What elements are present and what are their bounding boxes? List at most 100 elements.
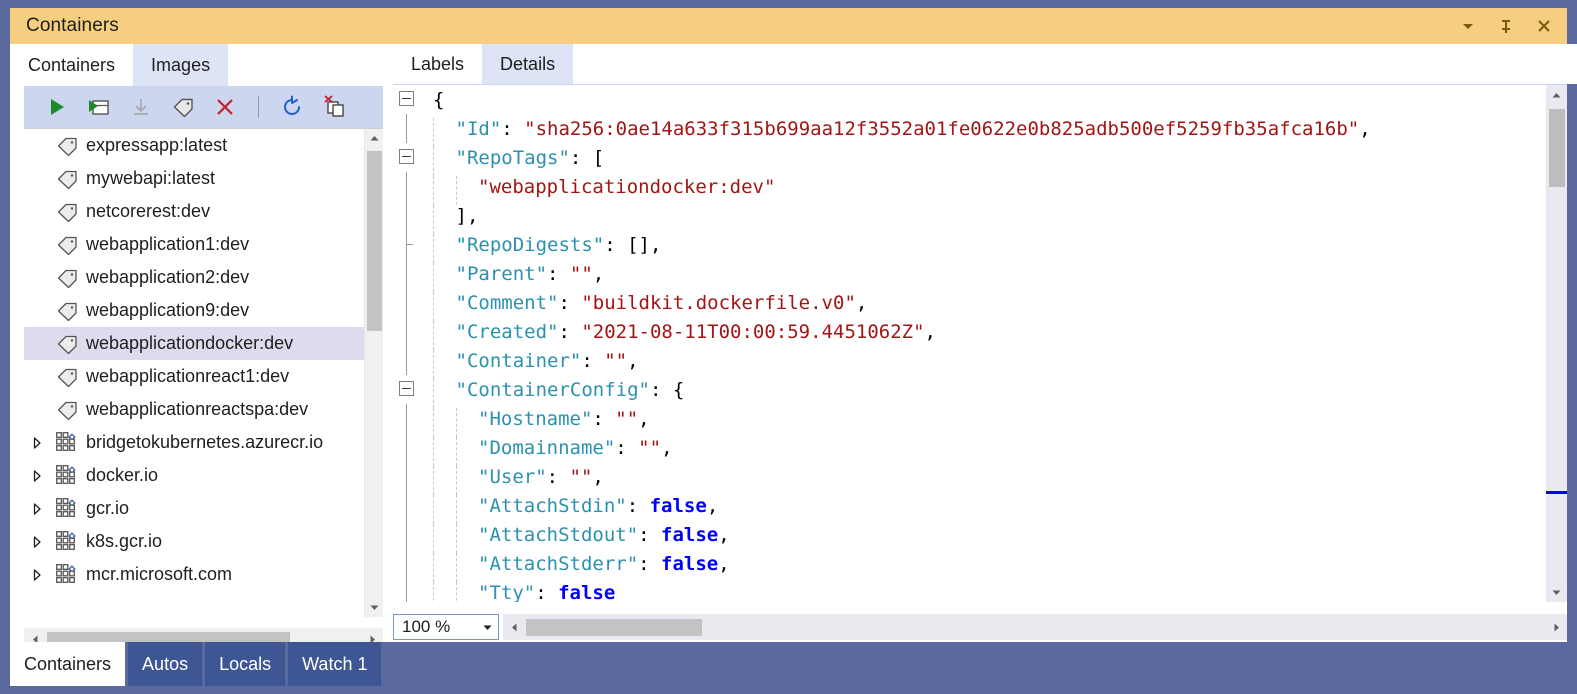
tab-label: Containers bbox=[28, 54, 116, 75]
tab-labels[interactable]: Labels bbox=[393, 44, 482, 84]
code-token: "ContainerConfig" bbox=[455, 378, 650, 401]
code-token: "Tty" bbox=[478, 581, 536, 603]
pin-icon[interactable] bbox=[1495, 15, 1517, 37]
bottom-tab-containers[interactable]: Containers bbox=[10, 642, 126, 686]
code-token: , bbox=[592, 262, 605, 285]
tag-icon[interactable] bbox=[170, 94, 196, 120]
code-text: "RepoDigests": [], bbox=[423, 233, 661, 263]
tag-icon bbox=[50, 332, 84, 356]
fold-guideline bbox=[406, 491, 407, 520]
fold-guideline bbox=[406, 114, 407, 143]
json-details-editor[interactable]: {"Id": "sha256:0ae14a633f315b699aa12f355… bbox=[393, 84, 1567, 602]
scroll-down-icon[interactable] bbox=[365, 598, 384, 617]
containers-tool-window: Containers Containers Images expressapp:… bbox=[0, 0, 1577, 694]
indent-guide bbox=[433, 494, 434, 524]
tree-item[interactable]: webapplication9:dev bbox=[24, 294, 364, 327]
tree-item[interactable]: gcr.io bbox=[24, 492, 364, 525]
close-icon[interactable] bbox=[1533, 15, 1555, 37]
caret-position-marker bbox=[1546, 491, 1567, 494]
tree-item[interactable]: netcorerest:dev bbox=[24, 195, 364, 228]
fold-guideline bbox=[406, 346, 407, 375]
code-line: "Parent": "", bbox=[393, 259, 1546, 292]
chevron-down-icon[interactable] bbox=[1457, 15, 1479, 37]
bottom-tab-autos[interactable]: Autos bbox=[128, 642, 203, 686]
code-line: "RepoTags": [ bbox=[393, 143, 1546, 176]
chevron-right-icon[interactable] bbox=[24, 568, 50, 582]
collapse-toggle[interactable] bbox=[393, 375, 423, 404]
tab-images[interactable]: Images bbox=[133, 44, 229, 86]
editor-scroll-thumb[interactable] bbox=[1549, 109, 1565, 187]
code-token: "" bbox=[604, 349, 628, 372]
editor-scroll-left-icon[interactable] bbox=[503, 616, 525, 638]
collapse-toggle[interactable] bbox=[393, 85, 423, 114]
indent-guide bbox=[433, 378, 434, 408]
collapse-icon[interactable] bbox=[399, 381, 414, 396]
close-x-icon[interactable] bbox=[212, 94, 238, 120]
collapse-toggle[interactable] bbox=[393, 143, 423, 172]
collapse-icon[interactable] bbox=[399, 149, 414, 164]
tree-item[interactable]: expressapp:latest bbox=[24, 129, 364, 162]
tree-scroll-thumb[interactable] bbox=[367, 151, 382, 331]
code-text: "Domainname": "", bbox=[423, 436, 673, 466]
code-token: "RepoDigests" bbox=[455, 233, 605, 256]
code-token: : [ bbox=[569, 146, 605, 169]
prune-images-icon[interactable] bbox=[321, 94, 347, 120]
registry-icon bbox=[50, 431, 84, 455]
tree-item[interactable]: bridgetokubernetes.azurecr.io bbox=[24, 426, 364, 459]
chevron-down-icon[interactable] bbox=[476, 622, 498, 633]
chevron-right-icon[interactable] bbox=[24, 535, 50, 549]
zoom-level-dropdown[interactable]: 100 % bbox=[393, 614, 499, 640]
code-token: : bbox=[558, 291, 582, 314]
images-tree[interactable]: expressapp:latest mywebapi:latest netcorer… bbox=[24, 129, 364, 617]
tree-item-label: mywebapi:latest bbox=[86, 168, 216, 188]
bottom-tab-strip: Containers Autos Locals Watch 1 bbox=[10, 642, 1567, 686]
code-token: , bbox=[638, 407, 650, 430]
tag-icon bbox=[50, 200, 84, 224]
tab-details[interactable]: Details bbox=[482, 44, 574, 84]
indent-guide bbox=[433, 291, 434, 321]
code-token: : bbox=[547, 262, 570, 285]
code-text: "ContainerConfig": { bbox=[423, 378, 684, 408]
code-token: "Hostname" bbox=[478, 407, 593, 430]
editor-scroll-up-icon[interactable] bbox=[1546, 85, 1567, 106]
json-code-area[interactable]: {"Id": "sha256:0ae14a633f315b699aa12f355… bbox=[393, 85, 1546, 602]
tab-containers[interactable]: Containers bbox=[10, 44, 133, 86]
play-icon[interactable] bbox=[44, 94, 70, 120]
window-play-icon[interactable] bbox=[86, 94, 112, 120]
chevron-right-icon[interactable] bbox=[24, 436, 50, 450]
code-token: "webapplicationdocker:dev" bbox=[478, 175, 776, 198]
tree-item[interactable]: webapplicationreact1:dev bbox=[24, 360, 364, 393]
tree-item[interactable]: webapplication1:dev bbox=[24, 228, 364, 261]
tree-item[interactable]: webapplicationdocker:dev bbox=[24, 327, 364, 360]
tree-item-label: webapplicationreact1:dev bbox=[86, 366, 290, 386]
refresh-icon[interactable] bbox=[279, 94, 305, 120]
tree-item-label: mcr.microsoft.com bbox=[86, 564, 233, 584]
indent-guide bbox=[433, 262, 434, 292]
editor-vertical-scrollbar[interactable] bbox=[1546, 85, 1567, 602]
images-panel: Containers Images expressapp:latest mywe… bbox=[10, 44, 403, 666]
code-token: "Comment" bbox=[455, 291, 559, 314]
collapse-icon[interactable] bbox=[399, 91, 414, 106]
chevron-right-icon[interactable] bbox=[24, 502, 50, 516]
tree-item-label: k8s.gcr.io bbox=[86, 531, 163, 551]
bottom-tab-locals[interactable]: Locals bbox=[205, 642, 286, 686]
scroll-up-icon[interactable] bbox=[365, 129, 384, 148]
tree-item[interactable]: docker.io bbox=[24, 459, 364, 492]
tree-item[interactable]: k8s.gcr.io bbox=[24, 525, 364, 558]
tree-item[interactable]: webapplication2:dev bbox=[24, 261, 364, 294]
tree-item[interactable]: mywebapi:latest bbox=[24, 162, 364, 195]
tree-item[interactable]: mcr.microsoft.com bbox=[24, 558, 364, 591]
tag-icon bbox=[50, 167, 84, 191]
tab-label: Containers bbox=[24, 653, 112, 674]
chevron-right-icon[interactable] bbox=[24, 469, 50, 483]
tree-vertical-scrollbar[interactable] bbox=[364, 129, 383, 617]
indent-guide bbox=[455, 465, 457, 495]
editor-scroll-right-icon[interactable] bbox=[1545, 616, 1567, 638]
editor-scroll-down-icon[interactable] bbox=[1546, 582, 1567, 602]
fold-margin bbox=[393, 549, 423, 578]
bottom-tab-watch-1[interactable]: Watch 1 bbox=[288, 642, 382, 686]
editor-hscroll-thumb[interactable] bbox=[526, 618, 702, 636]
fold-guideline bbox=[406, 520, 407, 549]
tree-item[interactable]: webapplicationreactspa:dev bbox=[24, 393, 364, 426]
editor-horizontal-scrollbar[interactable] bbox=[503, 614, 1567, 640]
